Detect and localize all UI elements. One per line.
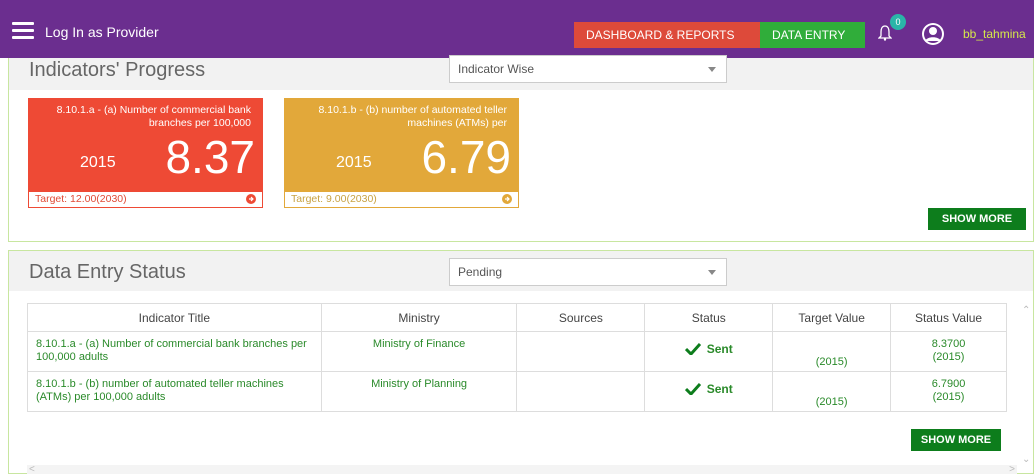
panel-title: Data Entry Status [29, 261, 186, 283]
card-value: 8.37 [165, 131, 255, 183]
vertical-scrollbar[interactable]: ⌃ ⌄ [1021, 305, 1031, 465]
status-value: 6.7900 [931, 378, 966, 390]
scroll-down-icon[interactable]: ⌄ [1022, 454, 1030, 465]
chevron-down-icon [708, 270, 716, 275]
status-label: Sent [706, 382, 733, 396]
indicators-progress-panel: Indicators' Progress Indicator Wise 8.10… [8, 55, 1034, 242]
card-footer[interactable]: Target: 12.00(2030) [28, 192, 263, 208]
data-entry-table: Indicator Title Ministry Sources Status … [27, 303, 1007, 412]
indicator-title-cell[interactable]: 8.10.1.b - (b) number of automated telle… [27, 371, 322, 412]
card-title: 8.10.1.a - (a) Number of commercial bank… [56, 104, 251, 129]
arrow-circle-right-icon[interactable] [502, 194, 512, 204]
user-avatar-icon[interactable] [921, 22, 945, 46]
dashboard-reports-button[interactable]: DASHBOARD & REPORTS [574, 22, 760, 48]
column-header[interactable]: Target Value [772, 303, 892, 332]
status-year: (2015) [932, 391, 965, 403]
status-label: Sent [706, 342, 733, 356]
select-value: Pending [458, 265, 503, 279]
panel-header: Indicators' Progress Indicator Wise [9, 55, 1033, 90]
card-target: Target: 9.00(2030) [291, 193, 377, 205]
status-value-cell: 8.3700 (2015) [890, 331, 1007, 372]
status-badge: Sent [684, 378, 733, 396]
table-header-row: Indicator Title Ministry Sources Status … [27, 303, 1007, 332]
indicator-card[interactable]: 8.10.1.b - (b) number of automated telle… [284, 98, 519, 208]
arrow-circle-right-icon[interactable] [246, 194, 256, 204]
card-year: 2015 [80, 154, 116, 171]
panel-title: Indicators' Progress [29, 59, 206, 81]
table-row[interactable]: 8.10.1.b - (b) number of automated telle… [27, 371, 1007, 412]
bell-icon[interactable] [878, 25, 892, 41]
column-header[interactable]: Ministry [320, 303, 518, 332]
target-value-cell: (2015) [772, 331, 892, 372]
top-navbar: Log In as Provider DASHBOARD & REPORTS D… [0, 0, 1034, 58]
column-header[interactable]: Status [644, 303, 774, 332]
target-value-cell: (2015) [772, 371, 892, 412]
indicator-card[interactable]: 8.10.1.a - (a) Number of commercial bank… [28, 98, 263, 208]
checkmark-icon [684, 383, 701, 395]
column-header[interactable]: Sources [516, 303, 646, 332]
select-value: Indicator Wise [458, 62, 535, 76]
chevron-down-icon [708, 67, 716, 72]
card-target: Target: 12.00(2030) [35, 193, 127, 205]
card-value: 6.79 [421, 131, 511, 183]
status-badge: Sent [684, 338, 733, 356]
checkmark-icon [684, 343, 701, 355]
ministry-cell: Ministry of Planning [320, 371, 518, 412]
brand-title: Log In as Provider [45, 24, 159, 40]
indicator-title-cell[interactable]: 8.10.1.a - (a) Number of commercial bank… [27, 331, 322, 372]
status-filter-select[interactable]: Pending [449, 258, 727, 286]
card-title: 8.10.1.b - (b) number of automated telle… [318, 104, 507, 129]
card-footer[interactable]: Target: 9.00(2030) [284, 192, 519, 208]
sources-cell [516, 331, 646, 372]
status-cell: Sent [644, 371, 774, 412]
status-cell: Sent [644, 331, 774, 372]
status-value-cell: 6.7900 (2015) [890, 371, 1007, 412]
scroll-right-icon[interactable]: > [1009, 464, 1015, 474]
horizontal-scrollbar[interactable]: < > [27, 464, 1017, 474]
notification-badge: 0 [890, 14, 906, 30]
show-more-button[interactable]: SHOW MORE [911, 429, 1001, 451]
status-year: (2015) [932, 351, 965, 363]
scroll-up-icon[interactable]: ⌃ [1022, 305, 1030, 316]
show-more-button[interactable]: SHOW MORE [928, 208, 1026, 230]
data-entry-status-panel: Data Entry Status Pending Indicator Titl… [8, 250, 1034, 474]
status-value: 8.3700 [931, 338, 966, 350]
panel-header: Data Entry Status Pending [9, 251, 1033, 291]
column-header[interactable]: Indicator Title [27, 303, 322, 332]
table-row[interactable]: 8.10.1.a - (a) Number of commercial bank… [27, 331, 1007, 372]
menu-icon[interactable] [12, 22, 34, 40]
scroll-left-icon[interactable]: < [29, 464, 35, 474]
card-year: 2015 [336, 154, 372, 171]
column-header[interactable]: Status Value [890, 303, 1007, 332]
username-label[interactable]: bb_tahmina [963, 27, 1026, 41]
indicator-filter-select[interactable]: Indicator Wise [449, 55, 727, 83]
data-entry-button[interactable]: DATA ENTRY [760, 22, 865, 48]
ministry-cell: Ministry of Finance [320, 331, 518, 372]
sources-cell [516, 371, 646, 412]
